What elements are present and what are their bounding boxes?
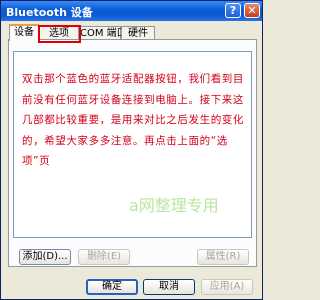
tab-devices[interactable]: 设备 [9,24,39,41]
window-title: Bluetooth 设备 [6,6,93,19]
cancel-button[interactable]: 取消 [143,279,195,295]
ok-button[interactable]: 确定 [86,279,138,295]
tab-devices-label: 设备 [14,27,34,38]
tab-com-ports-label: COM 端口 [80,28,127,39]
tab-hardware-label: 硬件 [128,28,148,39]
tab-options-highlight [38,25,81,43]
title-bar[interactable]: Bluetooth 设备 ? ✕ [1,1,262,21]
watermark-text: a网整理专用 [129,196,219,215]
properties-button[interactable]: 属性(R) [197,249,249,265]
annotation-text: 双击那个蓝色的蓝牙适配器按钮，我们看到目前没有任何蓝牙设备连接到电脑上。接下来这… [22,73,244,167]
bluetooth-devices-dialog: Bluetooth 设备 ? ✕ 设备 选项 COM 端口 硬件 双击那个蓝色的… [0,0,263,300]
add-device-button[interactable]: 添加(D)... [19,249,71,265]
help-button[interactable]: ? [225,3,241,18]
remove-device-button[interactable]: 删除(E) [78,249,130,265]
device-list[interactable]: 双击那个蓝色的蓝牙适配器按钮，我们看到目前没有任何蓝牙设备连接到电脑上。接下来这… [13,51,252,238]
apply-button[interactable]: 应用(A) [201,279,253,295]
close-button[interactable]: ✕ [244,3,260,18]
